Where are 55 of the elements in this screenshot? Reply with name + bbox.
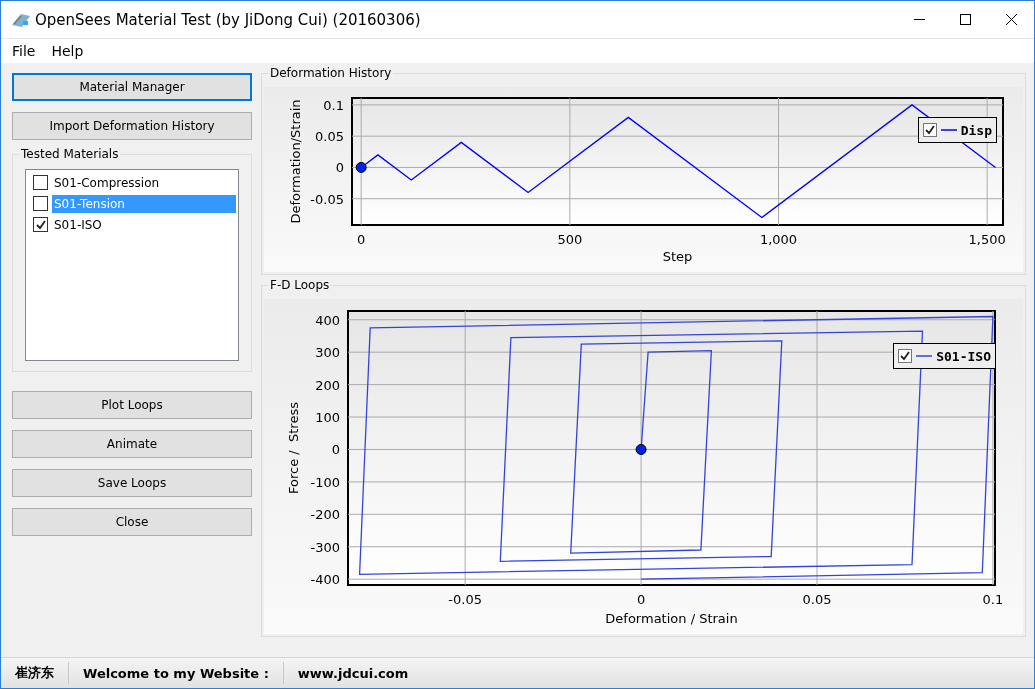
window-title: OpenSees Material Test (by JiDong Cui) (20160306) bbox=[35, 10, 422, 29]
push-button[interactable]: Animate bbox=[12, 430, 252, 458]
y-tick-label: -200 bbox=[310, 507, 340, 523]
y-tick-label: -400 bbox=[310, 572, 340, 588]
y-tick-label: 0.05 bbox=[315, 129, 344, 145]
current-point-marker bbox=[635, 443, 647, 455]
menu-item[interactable]: Help bbox=[44, 43, 91, 59]
status-text: 崔济东 bbox=[1, 662, 69, 684]
push-button[interactable]: Material Manager bbox=[12, 73, 252, 101]
current-point-marker bbox=[355, 161, 367, 173]
y-axis-title: Deformation/Strain bbox=[288, 99, 303, 224]
checkbox[interactable] bbox=[33, 217, 48, 232]
y-tick-label: 200 bbox=[315, 377, 340, 393]
x-tick-label: 1,000 bbox=[759, 232, 798, 247]
panel-title: F-D Loops bbox=[268, 278, 332, 292]
y-tick-label: 400 bbox=[315, 312, 340, 328]
legend-label: Disp bbox=[960, 122, 992, 138]
x-tick-label: 0 bbox=[636, 592, 646, 607]
close-icon[interactable] bbox=[1005, 14, 1017, 25]
x-tick-label: 500 bbox=[557, 232, 583, 247]
menu-item[interactable]: File bbox=[5, 43, 43, 59]
legend-line-icon bbox=[916, 355, 933, 357]
maximize-icon[interactable] bbox=[959, 14, 971, 25]
y-tick-label: -300 bbox=[310, 539, 340, 555]
y-tick-label: 0 bbox=[331, 442, 340, 458]
x-tick-label: 0.1 bbox=[982, 592, 1004, 607]
x-axis-title: Step bbox=[662, 249, 693, 264]
checkbox[interactable] bbox=[922, 123, 937, 137]
list-item[interactable]: S01-Compression bbox=[52, 173, 236, 192]
y-tick-label: 0 bbox=[335, 160, 344, 176]
y-tick-label: -100 bbox=[310, 474, 340, 490]
push-button[interactable]: Save Loops bbox=[12, 469, 252, 497]
status-text: Welcome to my Website : bbox=[69, 662, 284, 684]
status-text: www.jdcui.com bbox=[296, 664, 410, 683]
y-tick-label: 300 bbox=[315, 345, 340, 361]
panel-title: Deformation History bbox=[268, 66, 394, 80]
legend-line-icon bbox=[940, 129, 957, 131]
x-tick-label: 1,500 bbox=[968, 232, 1006, 247]
checkbox[interactable] bbox=[898, 349, 913, 363]
y-tick-label: 100 bbox=[315, 410, 340, 426]
y-tick-label: 0.1 bbox=[323, 97, 344, 113]
legend-label: S01-ISO bbox=[936, 348, 991, 364]
x-tick-label: 0.05 bbox=[802, 592, 832, 607]
checkbox[interactable] bbox=[33, 175, 48, 190]
x-tick-label: -0.05 bbox=[448, 592, 482, 607]
group-label: Tested Materials bbox=[19, 147, 121, 161]
list-item[interactable]: S01-ISO bbox=[52, 215, 236, 234]
x-axis-title: Deformation / Strain bbox=[605, 611, 738, 626]
push-button[interactable]: Close bbox=[12, 508, 252, 536]
checkbox[interactable] bbox=[33, 196, 48, 211]
y-axis-title: Force / Stress bbox=[286, 402, 301, 494]
x-tick-label: 0 bbox=[357, 232, 366, 247]
y-tick-label: -0.05 bbox=[310, 191, 344, 207]
push-button[interactable]: Plot Loops bbox=[12, 391, 252, 419]
push-button[interactable]: Import Deformation History bbox=[12, 112, 252, 140]
